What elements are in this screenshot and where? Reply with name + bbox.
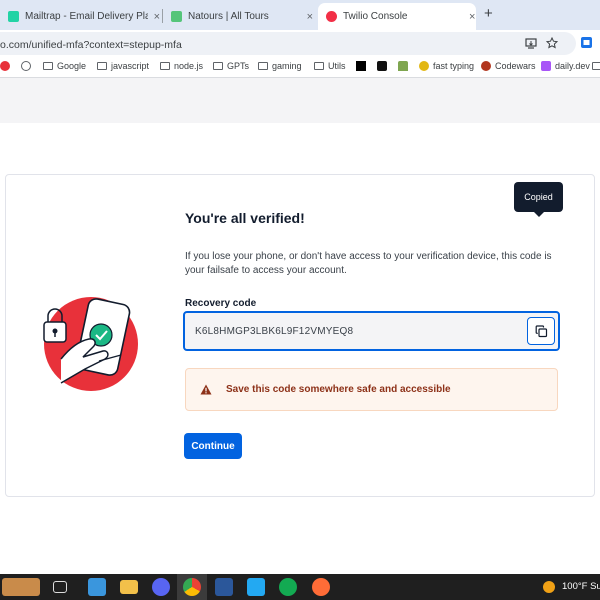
folder-icon: [43, 62, 53, 70]
bookmark-label: fast typing: [433, 61, 475, 71]
browser-tab-strip: Mailtrap - Email Delivery Platform × Nat…: [0, 0, 600, 30]
bookmark-label: Codewars: [495, 61, 536, 71]
bookmark-red[interactable]: [0, 61, 14, 71]
twilio-icon: [326, 11, 337, 22]
description-text: If you lose your phone, or don't have ac…: [185, 251, 552, 276]
monkeytype-icon: [419, 61, 429, 71]
close-icon[interactable]: ×: [469, 11, 475, 23]
close-icon[interactable]: ×: [154, 11, 160, 23]
bookmark-dailydev[interactable]: daily.dev: [541, 61, 590, 71]
bookmark-fast-typing[interactable]: fast typing: [419, 61, 474, 71]
app-icon[interactable]: [88, 578, 106, 596]
tab-title: Mailtrap - Email Delivery Platform: [25, 11, 148, 22]
mongodb-compass-icon[interactable]: [279, 578, 297, 596]
folder-icon: [258, 62, 268, 70]
bookmark-chess[interactable]: [398, 61, 412, 71]
page-title: You're all verified!: [185, 210, 305, 226]
bookmarks-bar: Google javascript node.js GPTs gaming Ut…: [0, 57, 600, 78]
bookmark-nodejs[interactable]: node.js: [160, 61, 203, 71]
console-header: [0, 78, 600, 123]
bookmark-label: node.js: [174, 61, 204, 71]
recovery-code-label: Recovery code: [185, 298, 257, 309]
file-explorer-icon[interactable]: [120, 580, 138, 594]
tab-twilio[interactable]: Twilio Console ×: [318, 3, 476, 30]
dailydev-icon: [541, 61, 551, 71]
temperature-text: 100°F Su: [562, 581, 600, 592]
postman-icon[interactable]: [312, 578, 330, 596]
warning-callout: Save this code somewhere safe and access…: [185, 368, 558, 411]
bookmark-gaming[interactable]: gaming: [258, 61, 302, 71]
bookmark-label: Utils: [328, 61, 346, 71]
taskbar: 100°F Su: [0, 574, 600, 600]
bookmark-label: gaming: [272, 61, 302, 71]
folder-icon: [592, 62, 600, 70]
natours-icon: [171, 11, 182, 22]
bookmark-label: daily.dev: [555, 61, 590, 71]
folder-icon: [213, 62, 223, 70]
folder-icon: [97, 62, 107, 70]
tab-mailtrap[interactable]: Mailtrap - Email Delivery Platform ×: [0, 3, 160, 30]
warning-icon: [200, 384, 212, 395]
task-view-icon[interactable]: [53, 581, 67, 593]
tiktok-icon: [377, 61, 387, 71]
refresh-icon: [21, 61, 31, 71]
tab-title: Natours | All Tours: [188, 11, 269, 22]
discord-icon[interactable]: [152, 578, 170, 596]
page-content: You're all verified! If you lose your ph…: [0, 78, 600, 574]
recovery-code-field[interactable]: K6L8HMGP3LBK6L9F12VMYEQ8: [183, 311, 560, 351]
extension-icon[interactable]: [580, 36, 593, 54]
copied-tooltip: Copied: [514, 182, 563, 217]
folder-icon: [160, 62, 170, 70]
warning-text: Save this code somewhere safe and access…: [226, 384, 451, 395]
bookmark-label: javascript: [111, 61, 150, 71]
recovery-code-value[interactable]: K6L8HMGP3LBK6L9F12VMYEQ8: [195, 326, 353, 337]
x-icon: [356, 61, 366, 71]
bookmark-utils[interactable]: Utils: [314, 61, 346, 71]
bookmark-star-icon[interactable]: [545, 36, 559, 52]
install-app-icon[interactable]: [525, 37, 537, 52]
bookmark-javascript[interactable]: javascript: [97, 61, 149, 71]
bookmark-tiktok[interactable]: [377, 61, 391, 71]
weather-icon[interactable]: [543, 581, 555, 593]
chess-icon: [398, 61, 408, 71]
tab-natours[interactable]: Natours | All Tours ×: [163, 3, 313, 30]
bookmark-codewars[interactable]: Codewars: [481, 61, 536, 71]
copy-button[interactable]: [527, 317, 555, 345]
bookmark-google[interactable]: Google: [43, 61, 86, 71]
word-icon[interactable]: [215, 578, 233, 596]
copy-icon: [535, 324, 547, 337]
new-tab-button[interactable]: +: [484, 5, 493, 22]
continue-button[interactable]: Continue: [184, 433, 242, 459]
tab-title: Twilio Console: [343, 11, 408, 22]
bookmark-gpts[interactable]: GPTs: [213, 61, 249, 71]
mfa-card: You're all verified! If you lose your ph…: [5, 174, 595, 497]
codewars-icon: [481, 61, 491, 71]
widgets-icon[interactable]: [2, 578, 40, 596]
phone-verified-illustration: [43, 297, 138, 391]
red-circle-icon: [0, 61, 10, 71]
mailtrap-icon: [8, 11, 19, 22]
close-icon[interactable]: ×: [307, 11, 313, 23]
bookmark-label: Google: [57, 61, 87, 71]
bookmark-refresh[interactable]: [21, 61, 35, 71]
bookmark-label: GPTs: [227, 61, 250, 71]
address-bar[interactable]: o.com/unified-mfa?context=stepup-mfa: [0, 32, 576, 55]
bookmark-x[interactable]: [356, 61, 370, 71]
folder-icon: [314, 62, 324, 70]
vscode-icon[interactable]: [247, 578, 265, 596]
chrome-icon[interactable]: [183, 578, 201, 596]
url-text[interactable]: o.com/unified-mfa?context=stepup-mfa: [0, 39, 182, 51]
address-bar-row: o.com/unified-mfa?context=stepup-mfa: [0, 30, 600, 57]
bookmark-more[interactable]: Y: [592, 61, 600, 71]
